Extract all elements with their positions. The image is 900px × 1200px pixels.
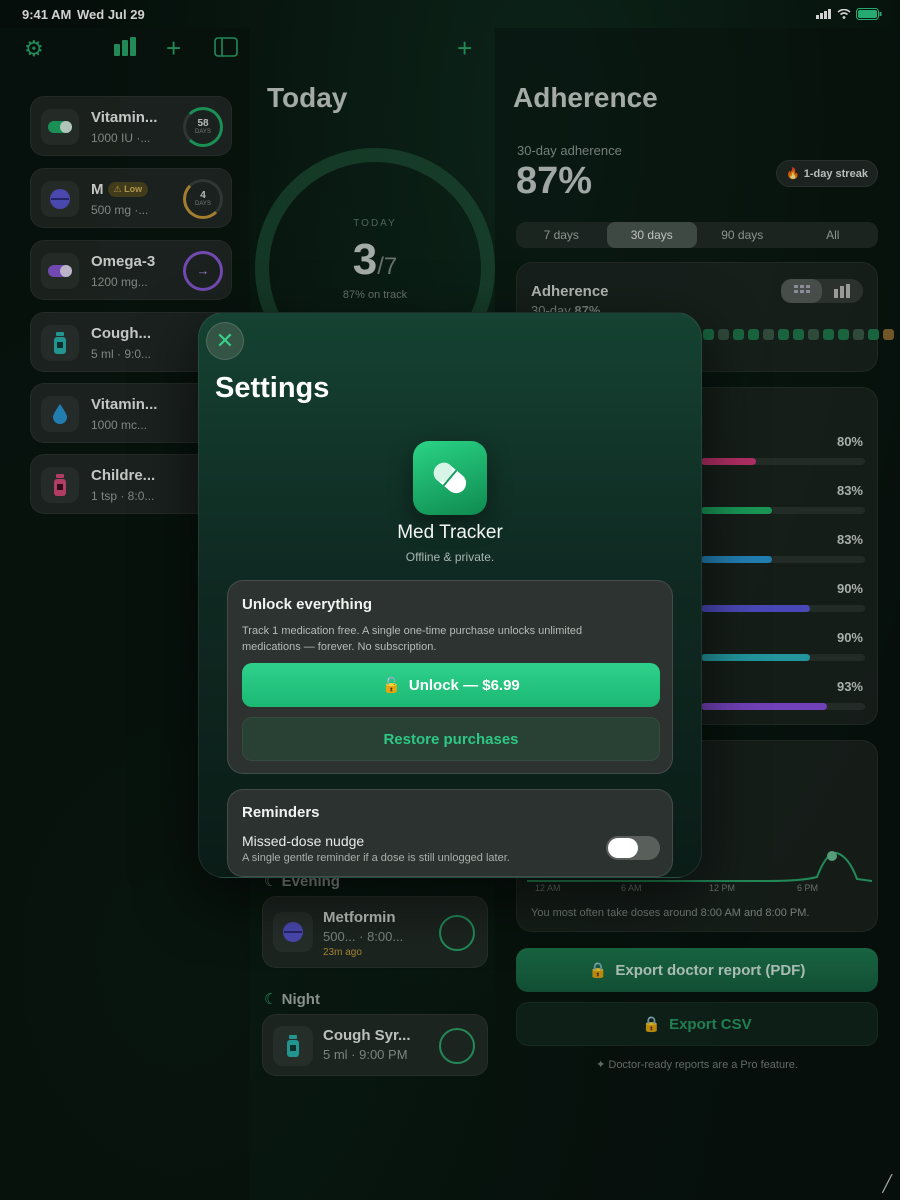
app-icon	[413, 441, 487, 515]
nudge-toggle[interactable]	[606, 836, 660, 860]
close-button[interactable]: ✕	[206, 322, 244, 360]
resize-handle-icon[interactable]: ╱	[882, 1174, 892, 1194]
restore-purchases-button[interactable]: Restore purchases	[242, 717, 660, 761]
app-name: Med Tracker	[397, 522, 503, 543]
app-tagline: Offline & private.	[405, 550, 495, 564]
reminders-title: Reminders	[242, 804, 320, 821]
unlock-button[interactable]: 🔓 Unlock — $6.99	[242, 663, 660, 707]
unlock-icon: 🔓	[382, 677, 401, 694]
settings-title: Settings	[215, 372, 330, 404]
nudge-label: Missed-dose nudge	[242, 833, 365, 849]
reminders-card: Reminders Missed-dose nudge A single gen…	[227, 789, 673, 877]
close-icon: ✕	[215, 328, 235, 353]
unlock-description: Track 1 medication free. A single one-ti…	[242, 625, 583, 653]
unlock-title: Unlock everything	[242, 596, 373, 613]
nudge-description: A single gentle reminder if a dose is st…	[242, 852, 510, 864]
pill-logo-icon	[433, 462, 467, 494]
unlock-card: Unlock everything Track 1 medication fre…	[227, 580, 673, 774]
toggle-knob	[608, 838, 638, 858]
